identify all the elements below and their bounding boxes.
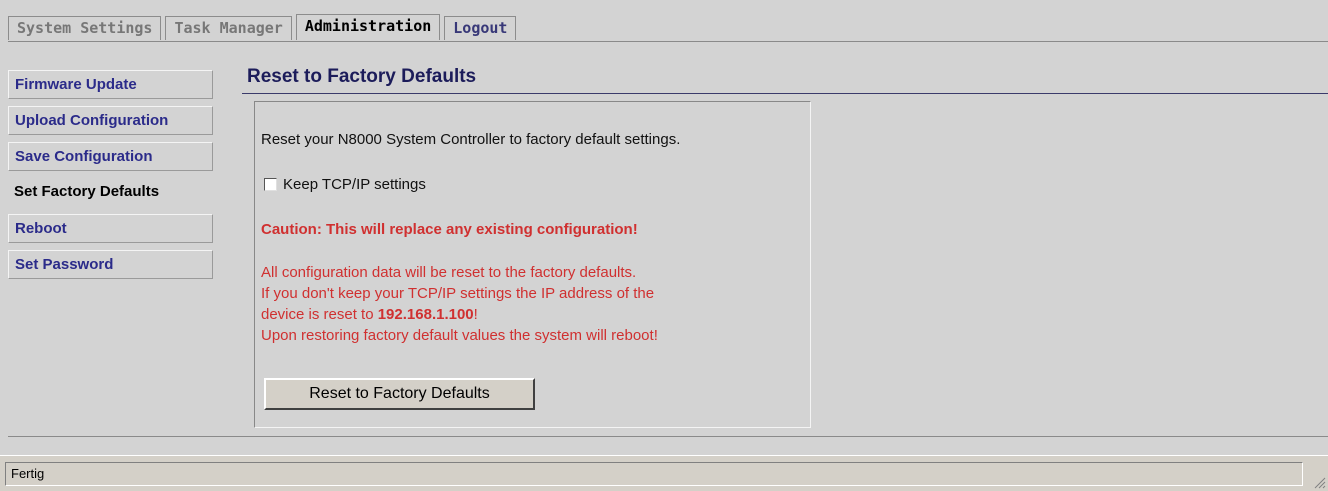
tab-administration[interactable]: Administration <box>295 14 441 40</box>
warning-line-3-suffix: ! <box>473 306 478 323</box>
sidebar-item-firmware-update[interactable]: Firmware Update <box>8 70 213 99</box>
tab-task-manager[interactable]: Task Manager <box>165 16 292 40</box>
reset-to-factory-defaults-button[interactable]: Reset to Factory Defaults <box>264 378 535 410</box>
keep-tcp-row: Keep TCP/IP settings <box>264 176 426 193</box>
warning-line-3-prefix: device is reset to <box>261 306 378 323</box>
sidebar-item-set-password[interactable]: Set Password <box>8 250 213 279</box>
tab-divider <box>8 41 1328 42</box>
sidebar: Firmware Update Upload Configuration Sav… <box>8 70 214 286</box>
warning-line-3: device is reset to 192.168.1.100! <box>261 306 478 323</box>
tab-logout[interactable]: Logout <box>444 16 517 40</box>
browser-viewport: System Settings Task Manager Administrat… <box>0 0 1328 455</box>
status-text: Fertig <box>5 462 1303 486</box>
sidebar-item-upload-configuration[interactable]: Upload Configuration <box>8 106 213 135</box>
sidebar-item-reboot[interactable]: Reboot <box>8 214 213 243</box>
sidebar-item-save-configuration[interactable]: Save Configuration <box>8 142 213 171</box>
keep-tcp-checkbox[interactable] <box>264 178 277 191</box>
bottom-divider <box>8 436 1328 437</box>
default-ip-address: 192.168.1.100 <box>377 306 474 323</box>
resize-grip-icon[interactable] <box>1312 475 1326 489</box>
keep-tcp-label[interactable]: Keep TCP/IP settings <box>283 176 426 193</box>
warning-line-2: If you don't keep your TCP/IP settings t… <box>261 285 655 302</box>
page-title: Reset to Factory Defaults <box>247 66 477 87</box>
caution-text: Caution: This will replace any existing … <box>261 221 638 238</box>
intro-text: Reset your N8000 System Controller to fa… <box>261 131 681 148</box>
status-bar: Fertig <box>0 455 1328 491</box>
title-divider <box>242 93 1328 94</box>
warning-line-4: Upon restoring factory default values th… <box>261 327 658 344</box>
warning-line-1: All configuration data will be reset to … <box>261 264 637 281</box>
top-tab-bar: System Settings Task Manager Administrat… <box>8 14 520 42</box>
sidebar-item-set-factory-defaults[interactable]: Set Factory Defaults <box>8 178 213 207</box>
tab-system-settings[interactable]: System Settings <box>8 16 162 40</box>
